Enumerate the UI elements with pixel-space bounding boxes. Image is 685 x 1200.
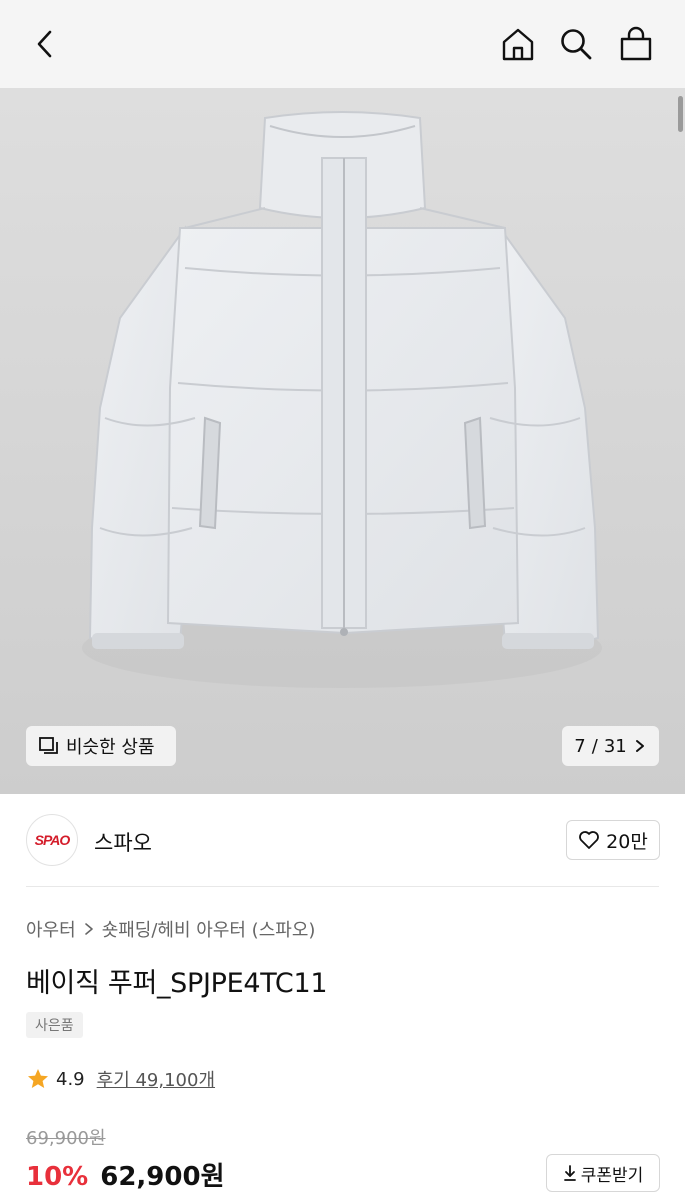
chevron-right-icon bbox=[635, 740, 644, 752]
review-count-link[interactable]: 후기 49,100개 bbox=[97, 1066, 215, 1092]
breadcrumb-subcategory[interactable]: 숏패딩/헤비 아우터 (스파오) bbox=[102, 916, 316, 942]
shopping-bag-icon bbox=[620, 26, 652, 61]
brand-logo[interactable]: SPAO bbox=[26, 814, 78, 866]
brand-logo-wordmark: SPAO bbox=[34, 832, 71, 848]
product-title: 베이직 푸퍼_SPJPE4TC11 bbox=[26, 968, 328, 999]
cart-button[interactable] bbox=[614, 22, 658, 66]
rating-row: 4.9 후기 49,100개 bbox=[26, 1066, 215, 1092]
similar-products-label: 비슷한 상품 bbox=[66, 737, 155, 758]
gift-tag-badge: 사은품 bbox=[26, 1012, 83, 1038]
like-count: 20만 bbox=[606, 830, 648, 853]
download-icon bbox=[563, 1165, 576, 1181]
price-row: 10% 62,900원 bbox=[26, 1156, 225, 1193]
coupon-download-button[interactable]: 쿠폰받기 bbox=[546, 1154, 660, 1192]
home-button[interactable] bbox=[496, 22, 540, 66]
back-button[interactable] bbox=[24, 22, 68, 66]
product-image-carousel[interactable] bbox=[0, 88, 685, 794]
search-icon bbox=[561, 29, 592, 60]
top-app-bar bbox=[0, 0, 685, 88]
original-price: 69,900원 bbox=[26, 1128, 106, 1149]
sale-price: 62,900원 bbox=[100, 1162, 225, 1192]
similar-items-icon bbox=[39, 737, 58, 754]
image-total-count: 31 bbox=[603, 735, 627, 757]
image-counter-button[interactable]: 7 / 31 bbox=[562, 726, 659, 766]
image-current-index: 7 bbox=[574, 735, 586, 757]
brand-row: SPAO 스파오 20만 bbox=[0, 794, 685, 888]
scrollbar[interactable] bbox=[678, 96, 683, 132]
image-counter-separator: / bbox=[591, 735, 598, 757]
star-icon bbox=[28, 1069, 48, 1088]
home-icon bbox=[502, 28, 534, 61]
product-image bbox=[0, 88, 685, 794]
rating-score: 4.9 bbox=[56, 1068, 85, 1090]
chevron-right-icon bbox=[84, 923, 93, 935]
breadcrumb-category[interactable]: 아우터 bbox=[26, 916, 76, 942]
search-button[interactable] bbox=[554, 22, 598, 66]
heart-icon bbox=[579, 831, 600, 849]
discount-rate: 10% bbox=[26, 1162, 89, 1192]
breadcrumb: 아우터 숏패딩/헤비 아우터 (스파오) bbox=[26, 916, 315, 942]
similar-products-button[interactable]: 비슷한 상품 bbox=[26, 726, 176, 766]
like-button[interactable]: 20만 bbox=[566, 820, 660, 860]
back-icon bbox=[37, 30, 52, 58]
brand-name[interactable]: 스파오 bbox=[94, 827, 152, 857]
coupon-label: 쿠폰받기 bbox=[580, 1165, 644, 1186]
section-divider bbox=[26, 886, 659, 887]
